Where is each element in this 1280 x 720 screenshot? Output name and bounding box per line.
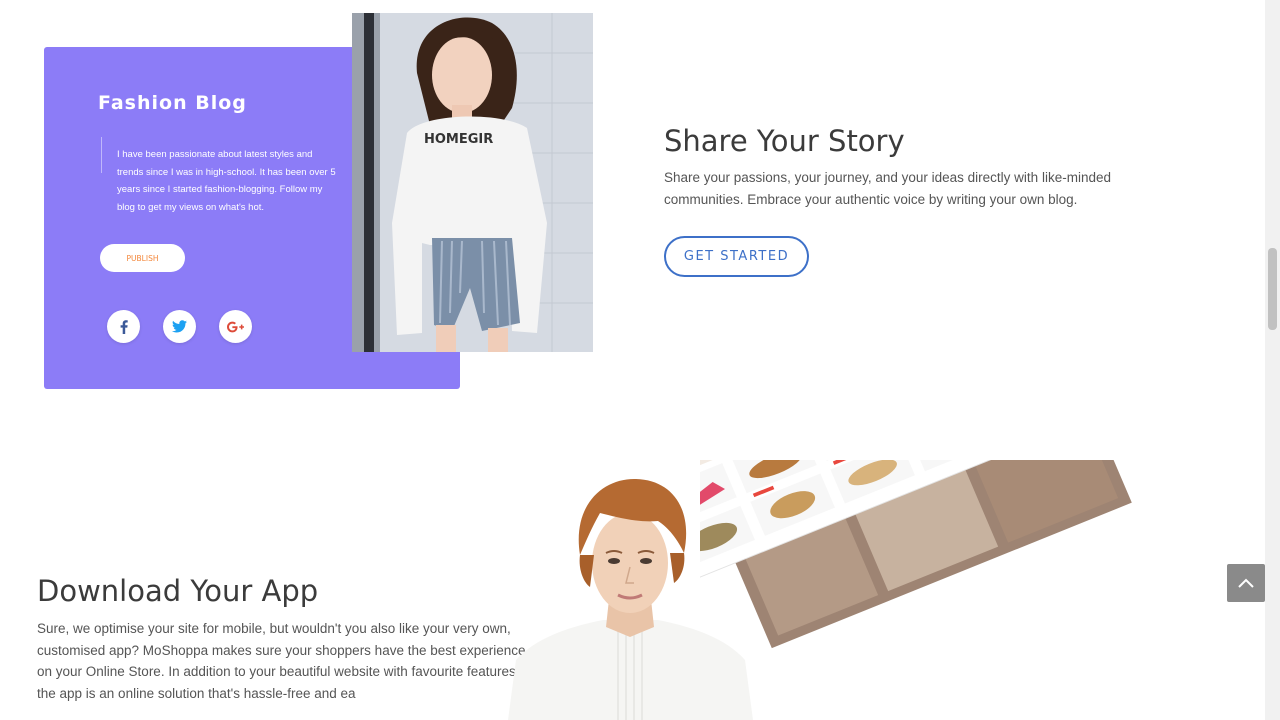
scrollbar-thumb[interactable] [1268,248,1277,330]
blog-title: Fashion Blog [98,92,247,114]
get-started-button[interactable]: GET STARTED [664,236,809,277]
download-app-heading: Download Your App [37,574,319,608]
share-story-text: Share your passions, your journey, and y… [664,170,1111,207]
page-scrollbar[interactable] [1265,0,1280,720]
scroll-to-top-button[interactable] [1227,564,1265,602]
google-plus-icon[interactable] [219,310,252,343]
publish-button[interactable]: PUBLISH [100,244,185,272]
app-mockup-image [620,288,1220,720]
share-story-heading: Share Your Story [664,124,905,158]
blog-photo: HOMEGIR [352,13,593,352]
chevron-up-icon [1238,578,1254,588]
twitter-icon[interactable] [163,310,196,343]
presenter-avatar [508,475,753,720]
sweater-text: HOMEGIR [424,132,493,147]
download-app-text: Sure, we optimise your site for mobile, … [37,621,526,701]
blog-description: I have been passionate about latest styl… [117,149,336,213]
facebook-icon[interactable] [107,310,140,343]
